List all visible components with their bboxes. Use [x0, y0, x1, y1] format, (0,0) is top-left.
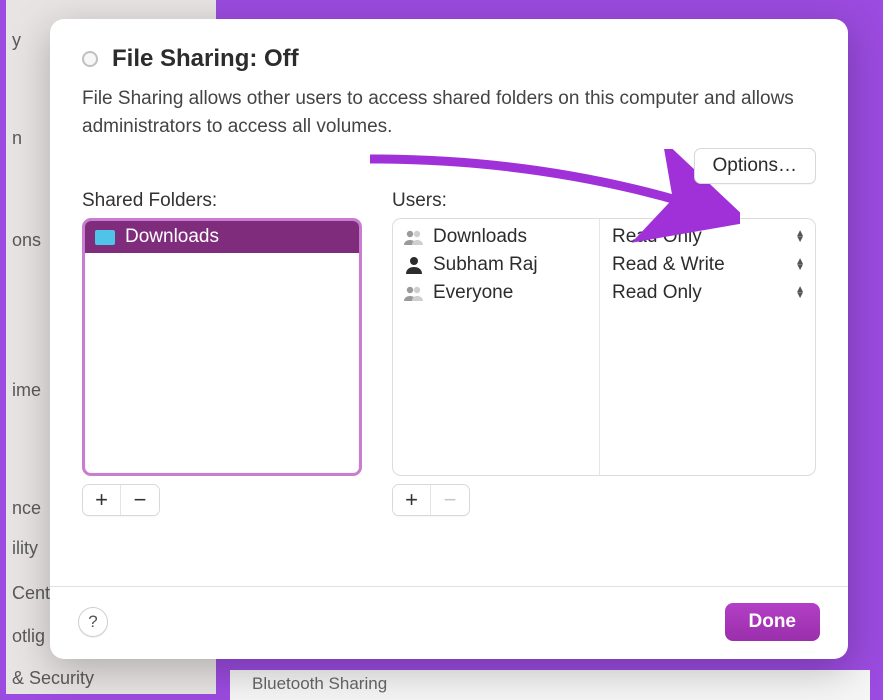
users-label: Users: [392, 190, 816, 212]
permissions-list: Read Only ▲▼ Read & Write ▲▼ Read Only ▲… [600, 219, 815, 475]
sidebar-text: nce [8, 490, 45, 527]
sidebar-text: & Security [8, 660, 98, 697]
sidebar-text: n [8, 120, 26, 157]
add-folder-button[interactable]: + [83, 485, 121, 515]
person-icon [403, 256, 425, 274]
user-row[interactable]: Downloads [401, 223, 591, 251]
sidebar-text: Cent [8, 575, 54, 612]
options-button[interactable]: Options… [694, 148, 816, 184]
sidebar-text: y [8, 22, 25, 59]
done-button[interactable]: Done [725, 603, 821, 641]
user-row[interactable]: Subham Raj [401, 251, 591, 279]
background-content: Bluetooth Sharing [230, 670, 870, 700]
users-permissions-box: Downloads Subham Raj Every [392, 218, 816, 476]
permission-value: Read Only [612, 226, 702, 248]
folders-add-remove: + − [82, 484, 160, 516]
remove-folder-button[interactable]: − [121, 485, 159, 515]
permission-row[interactable]: Read & Write ▲▼ [600, 251, 815, 279]
user-name: Subham Raj [433, 254, 538, 276]
shared-folders-list[interactable]: Downloads [82, 218, 362, 476]
shared-folders-label: Shared Folders: [82, 190, 362, 212]
permission-row[interactable]: Read Only ▲▼ [600, 223, 815, 251]
remove-user-button: − [431, 485, 469, 515]
shared-folder-name: Downloads [125, 226, 219, 248]
file-sharing-dialog: File Sharing: Off File Sharing allows ot… [50, 19, 848, 659]
group-icon [403, 228, 425, 246]
status-indicator-off [82, 51, 98, 67]
permission-stepper-icon[interactable]: ▲▼ [795, 259, 805, 271]
sidebar-text: ility [8, 530, 42, 567]
permission-value: Read Only [612, 282, 702, 304]
user-row[interactable]: Everyone [401, 279, 591, 307]
users-list[interactable]: Downloads Subham Raj Every [393, 219, 600, 475]
permission-stepper-icon[interactable]: ▲▼ [795, 287, 805, 299]
sidebar-text: ons [8, 222, 45, 259]
permission-row[interactable]: Read Only ▲▼ [600, 279, 815, 307]
permission-value: Read & Write [612, 254, 725, 276]
folder-icon [95, 230, 115, 245]
help-button[interactable]: ? [78, 607, 108, 637]
sidebar-text: otlig [8, 618, 49, 655]
group-icon [403, 284, 425, 302]
dialog-title: File Sharing: Off [112, 45, 299, 73]
user-name: Downloads [433, 226, 527, 248]
permission-stepper-icon[interactable]: ▲▼ [795, 231, 805, 243]
add-user-button[interactable]: + [393, 485, 431, 515]
dialog-description: File Sharing allows other users to acces… [82, 85, 816, 140]
users-add-remove: + − [392, 484, 470, 516]
sidebar-text: ime [8, 372, 45, 409]
user-name: Everyone [433, 282, 513, 304]
shared-folder-row[interactable]: Downloads [85, 221, 359, 253]
